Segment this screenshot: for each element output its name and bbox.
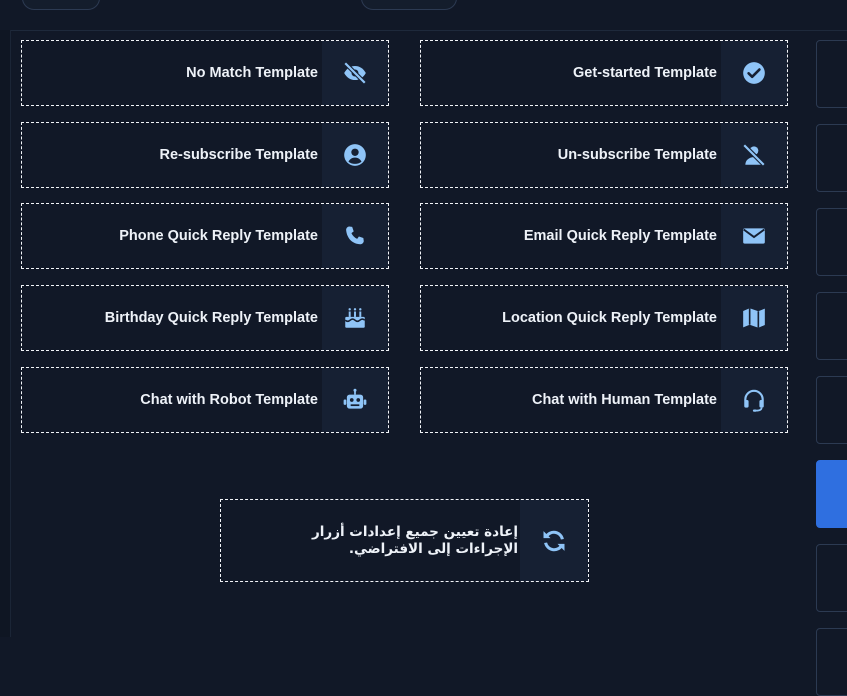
user-slash-icon: [742, 143, 766, 167]
template-label: Chat with Human Template: [531, 392, 717, 408]
template-card-chat-with-robot[interactable]: Chat with Robot Template: [21, 367, 389, 433]
side-tab[interactable]: [816, 40, 847, 108]
side-tab-active[interactable]: [816, 460, 847, 528]
icon-panel: [322, 286, 388, 350]
top-toolbar: [0, 0, 847, 31]
template-label: Chat with Robot Template: [140, 392, 318, 408]
eye-slash-icon: [343, 61, 367, 85]
icon-panel: [520, 500, 588, 581]
side-tab[interactable]: [816, 124, 847, 192]
template-label: Phone Quick Reply Template: [119, 228, 318, 244]
toolbar-title-fragment: [660, 0, 770, 4]
side-tab[interactable]: [816, 376, 847, 444]
check-circle-icon: [743, 62, 765, 84]
phone-icon: [346, 226, 364, 245]
icon-panel: [322, 368, 388, 432]
side-tab[interactable]: [816, 628, 847, 696]
map-icon: [743, 308, 765, 328]
template-label: Email Quick Reply Template: [523, 228, 717, 244]
icon-panel: [721, 204, 787, 268]
template-card-no-match[interactable]: No Match Template: [21, 40, 389, 106]
birthday-cake-icon: [344, 308, 366, 328]
template-card-email-quick-reply[interactable]: Email Quick Reply Template: [420, 203, 788, 269]
robot-icon: [343, 388, 367, 409]
user-circle-icon: [344, 144, 366, 166]
toolbar-button[interactable]: [361, 0, 457, 10]
toolbar-button[interactable]: [22, 0, 100, 10]
side-tab[interactable]: [816, 544, 847, 612]
template-label: No Match Template: [186, 65, 318, 81]
icon-panel: [721, 41, 787, 105]
template-card-re-subscribe[interactable]: Re-subscribe Template: [21, 122, 389, 188]
headset-icon: [744, 389, 764, 412]
template-label: Un-subscribe Template: [557, 147, 717, 163]
template-card-birthday-quick-reply[interactable]: Birthday Quick Reply Template: [21, 285, 389, 351]
icon-panel: [721, 123, 787, 187]
icon-panel: [721, 368, 787, 432]
side-tab[interactable]: [816, 208, 847, 276]
envelope-icon: [743, 228, 765, 244]
template-card-get-started[interactable]: Get-started Template: [420, 40, 788, 106]
reset-label: إعادة تعيين جميع إعدادات أزرار الإجراءات…: [312, 523, 518, 557]
reset-all-action-buttons-button[interactable]: إعادة تعيين جميع إعدادات أزرار الإجراءات…: [220, 499, 589, 582]
template-label: Birthday Quick Reply Template: [104, 310, 318, 326]
refresh-icon: [543, 530, 565, 551]
template-label: Get-started Template: [573, 65, 717, 81]
icon-panel: [322, 41, 388, 105]
icon-panel: [322, 123, 388, 187]
template-label: Location Quick Reply Template: [502, 310, 717, 326]
side-tab[interactable]: [816, 292, 847, 360]
template-card-phone-quick-reply[interactable]: Phone Quick Reply Template: [21, 203, 389, 269]
template-card-location-quick-reply[interactable]: Location Quick Reply Template: [420, 285, 788, 351]
icon-panel: [721, 286, 787, 350]
left-scroll-edge: [0, 30, 11, 637]
template-card-un-subscribe[interactable]: Un-subscribe Template: [420, 122, 788, 188]
icon-panel: [322, 204, 388, 268]
template-label: Re-subscribe Template: [159, 147, 318, 163]
template-card-chat-with-human[interactable]: Chat with Human Template: [420, 367, 788, 433]
